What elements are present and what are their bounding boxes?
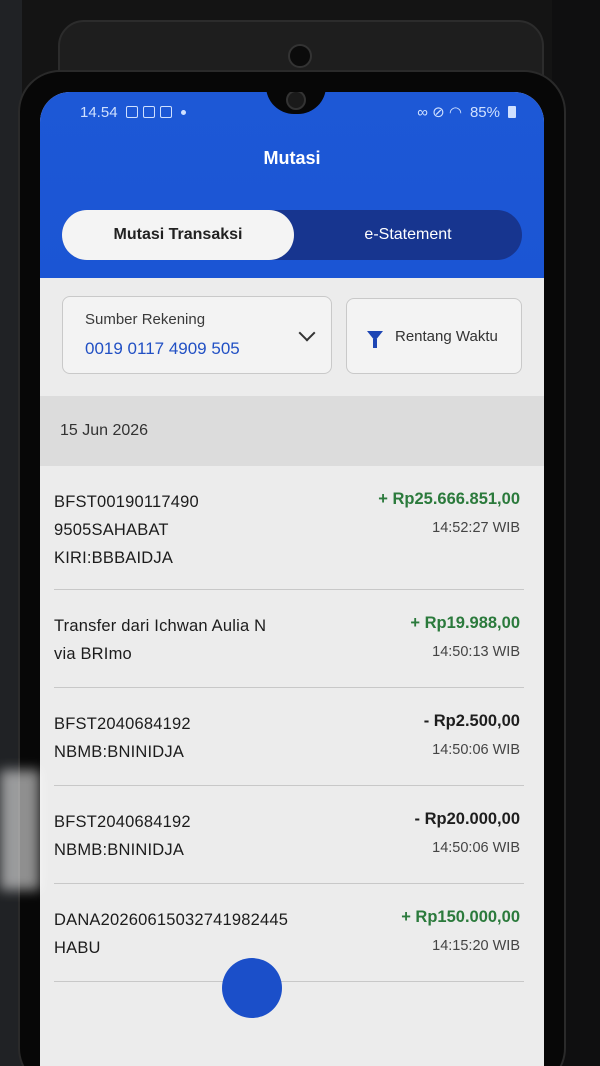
transaction-row[interactable]: BFST2040684192 NBMB:BNINIDJA - Rp2.500,0… — [54, 688, 524, 786]
front-camera-icon — [286, 92, 306, 110]
transaction-time: 14:50:06 WIB — [432, 840, 520, 856]
transaction-row[interactable]: DANA20260615032741982445 HABU + Rp150.00… — [54, 884, 524, 982]
description-line: HABU — [54, 939, 101, 957]
transaction-row[interactable]: BFST2040684192 NBMB:BNINIDJA - Rp20.000,… — [54, 786, 524, 884]
description-line: NBMB:BNINIDJA — [54, 743, 185, 761]
gmail-icon — [159, 106, 172, 118]
transaction-time: 14:15:20 WIB — [432, 938, 520, 954]
floating-action-button[interactable] — [222, 958, 282, 1018]
transaction-row[interactable]: Transfer dari Ichwan Aulia N via BRImo +… — [54, 590, 524, 688]
transaction-amount: - Rp20.000,00 — [414, 810, 520, 828]
description-line: Transfer dari Ichwan Aulia N — [54, 617, 267, 635]
account-source-select[interactable]: Sumber Rekening 0019 0117 4909 505 — [62, 296, 332, 374]
description-line: DANA20260615032741982445 — [54, 911, 289, 929]
tab-mutasi-transaksi[interactable]: Mutasi Transaksi — [62, 210, 294, 260]
status-time: 14.54 — [80, 103, 118, 121]
battery-text: 85% — [469, 103, 500, 121]
more-notifications-icon — [180, 109, 186, 115]
description-line: KIRI:BBBAIDJA — [54, 549, 174, 567]
transaction-description: BFST2040684192 NBMB:BNINIDJA — [54, 710, 334, 766]
date-range-label: Rentang Waktu — [395, 327, 498, 345]
source-account-number: 0019 0117 4909 505 — [85, 339, 240, 358]
battery-icon — [508, 106, 516, 118]
description-line: BFST2040684192 — [54, 715, 191, 733]
transaction-amount: - Rp2.500,00 — [423, 712, 520, 730]
transaction-description: DANA20260615032741982445 HABU — [54, 906, 334, 962]
date-range-button[interactable]: Rentang Waktu — [346, 298, 522, 374]
transaction-list: BFST00190117490 9505SAHABAT KIRI:BBBAIDJ… — [40, 466, 544, 982]
description-line: BFST2040684192 — [54, 813, 191, 831]
status-right: ∞ ⊘ ◠ 85% — [417, 103, 516, 121]
transaction-amount: + Rp25.666.851,00 — [378, 490, 520, 508]
main-content: Sumber Rekening 0019 0117 4909 505 Renta… — [40, 278, 544, 1066]
transaction-row[interactable]: BFST00190117490 9505SAHABAT KIRI:BBBAIDJ… — [54, 466, 524, 590]
transaction-description: BFST2040684192 NBMB:BNINIDJA — [54, 808, 334, 864]
transaction-time: 14:50:13 WIB — [432, 644, 520, 660]
description-line: via BRImo — [54, 645, 132, 663]
transaction-description: Transfer dari Ichwan Aulia N via BRImo — [54, 612, 334, 668]
description-line: 9505SAHABAT — [54, 521, 169, 539]
app-header: 14.54 ∞ ⊘ ◠ 85% Mutasi Mutasi Transaksi … — [40, 92, 544, 278]
date-group-header: 15 Jun 2026 — [40, 396, 544, 466]
tab-bar: Mutasi Transaksi e-Statement — [62, 210, 522, 260]
filter-bar: Sumber Rekening 0019 0117 4909 505 Renta… — [40, 278, 544, 396]
camera-icon — [288, 44, 312, 68]
screen-glare — [0, 770, 40, 890]
tab-e-statement[interactable]: e-Statement — [294, 210, 522, 260]
chevron-down-icon — [298, 324, 316, 342]
page-title: Mutasi — [263, 148, 321, 168]
transaction-description: BFST00190117490 9505SAHABAT KIRI:BBBAIDJ… — [54, 488, 334, 572]
transaction-amount: + Rp19.988,00 — [410, 614, 520, 632]
description-line: NBMB:BNINIDJA — [54, 841, 185, 859]
description-line: BFST00190117490 — [54, 493, 199, 511]
transaction-time: 14:52:27 WIB — [432, 520, 520, 536]
transaction-time: 14:50:06 WIB — [432, 742, 520, 758]
transaction-amount: + Rp150.000,00 — [401, 908, 520, 926]
signal-icon: ∞ ⊘ ◠ — [417, 104, 462, 121]
app-screen: 14.54 ∞ ⊘ ◠ 85% Mutasi Mutasi Transaksi … — [40, 92, 544, 1066]
filter-icon — [367, 331, 383, 348]
source-label: Sumber Rekening — [85, 311, 206, 328]
notification-icon — [125, 106, 138, 118]
notification-icon — [142, 106, 155, 118]
